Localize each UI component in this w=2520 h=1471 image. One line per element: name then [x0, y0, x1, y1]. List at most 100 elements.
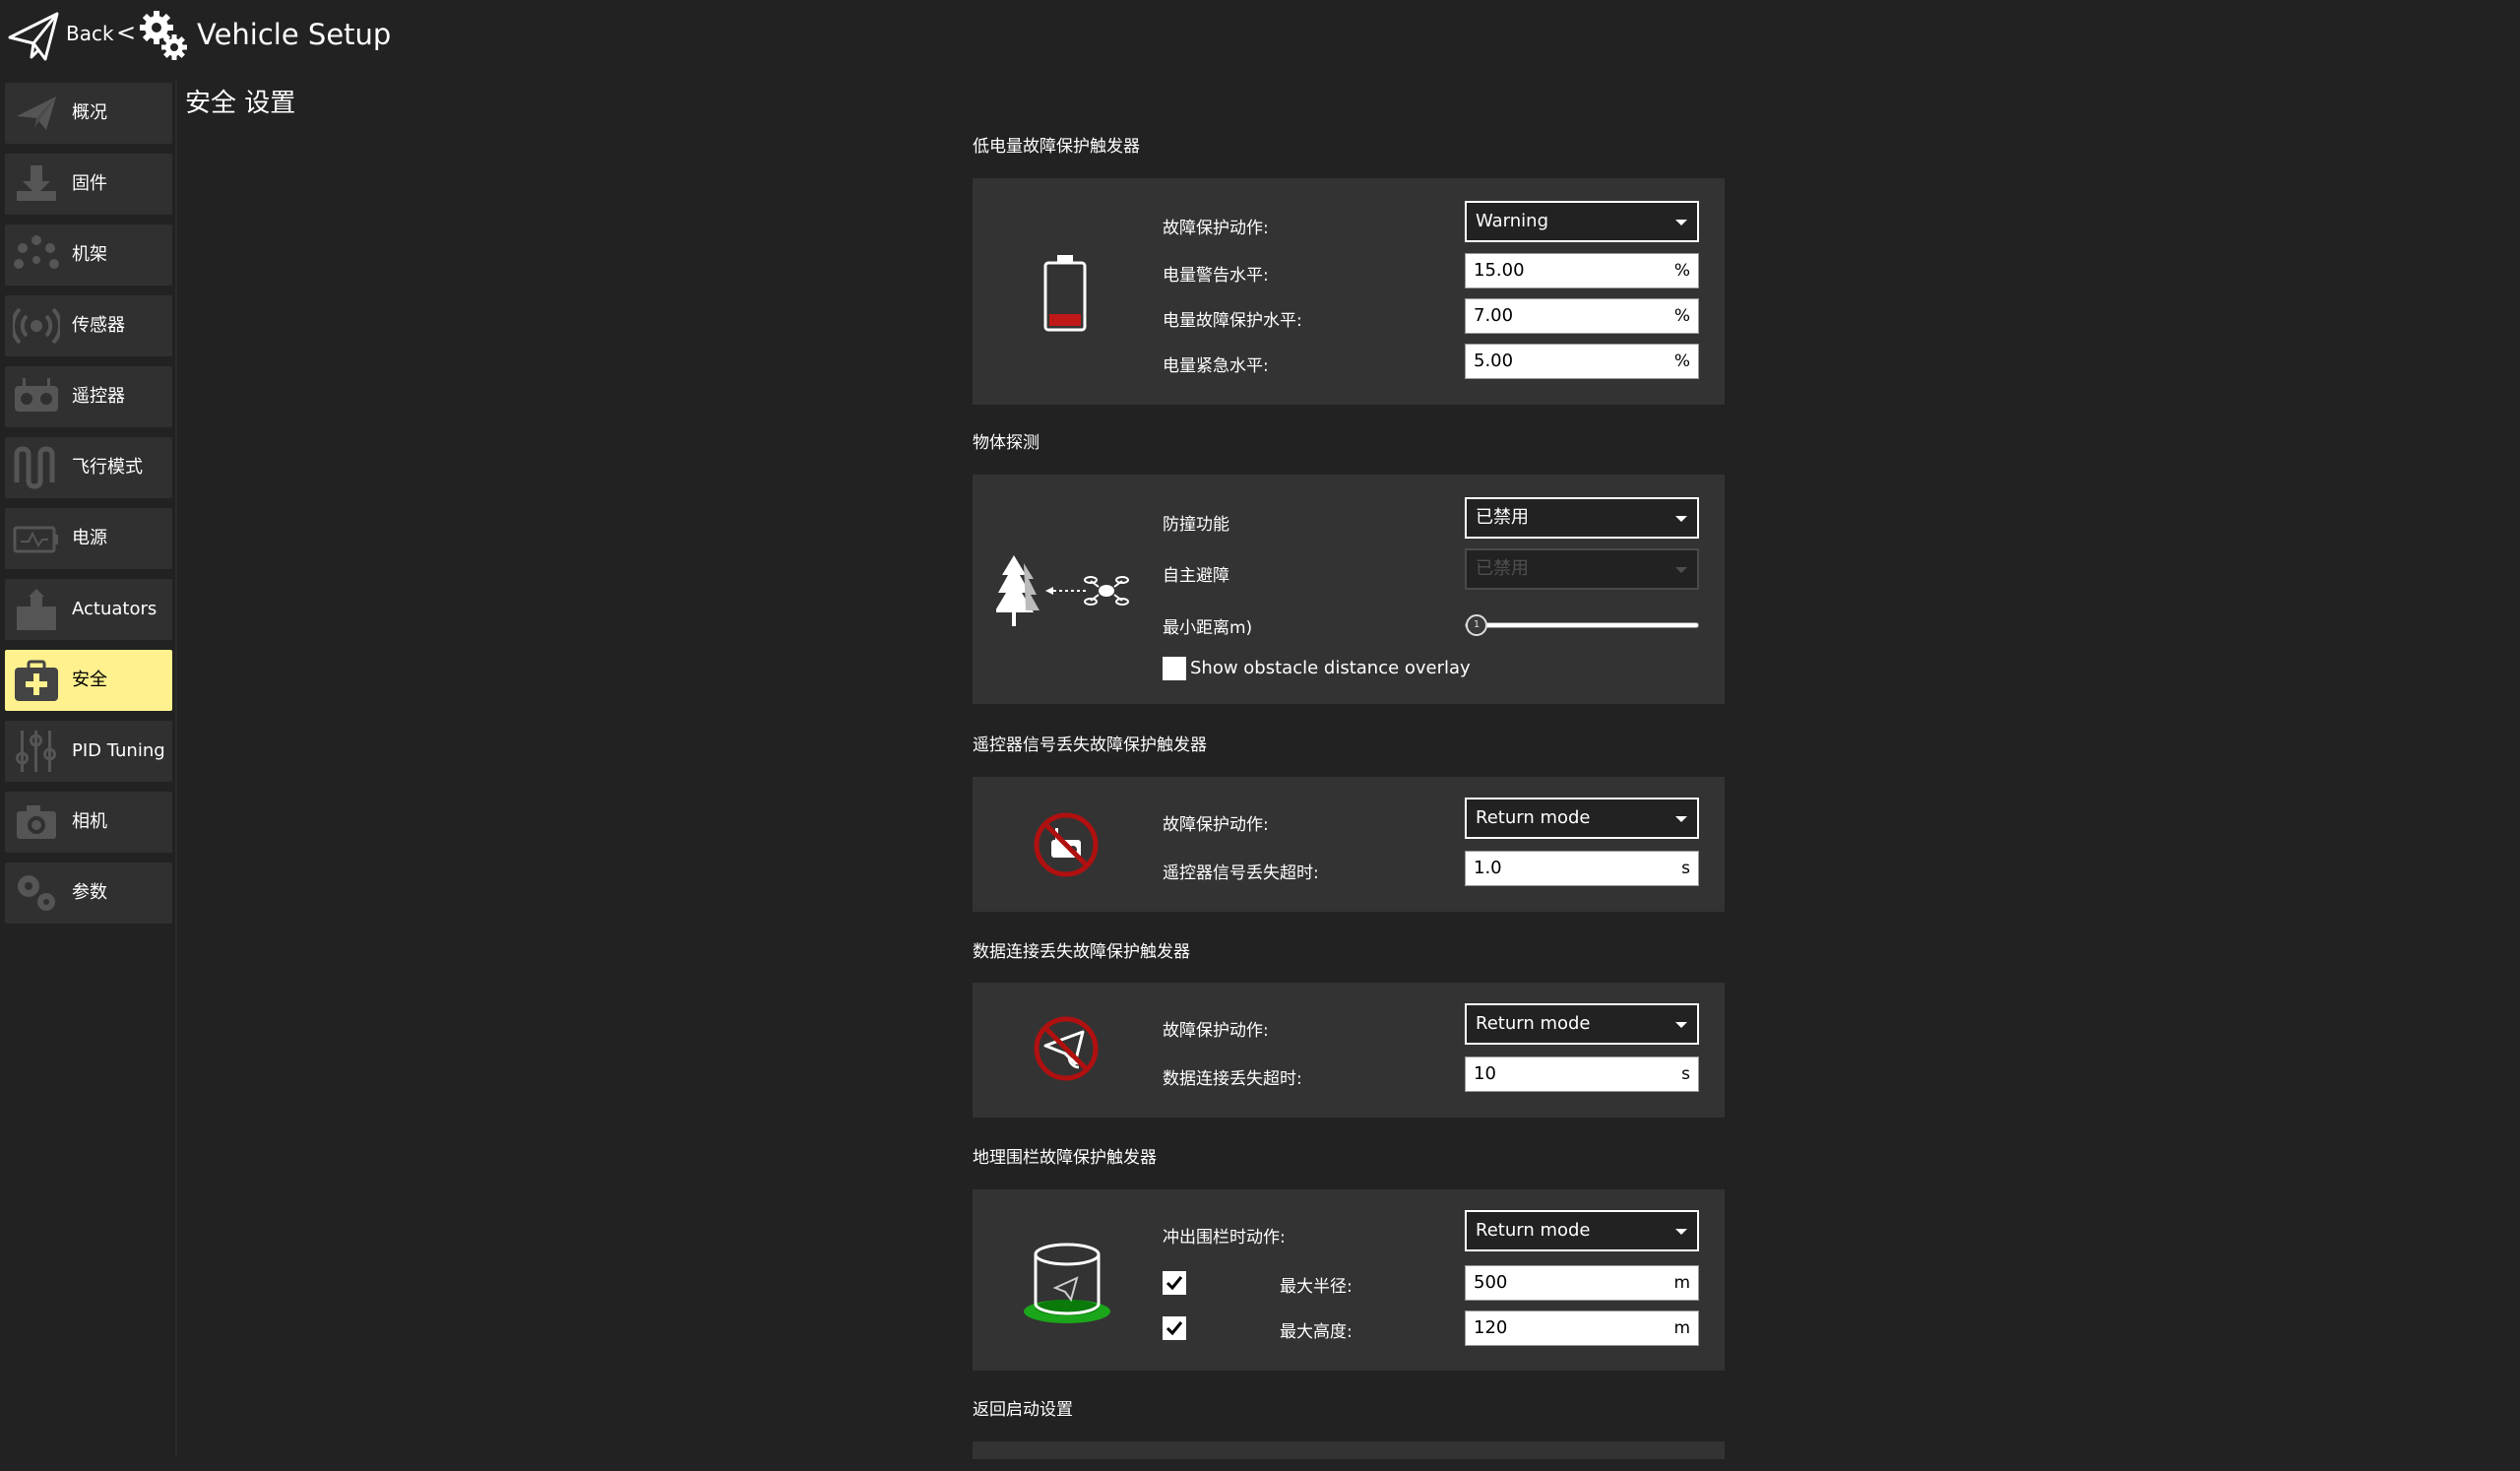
chevron-down-icon	[1675, 220, 1687, 225]
sidebar-item-label: 遥控器	[72, 386, 125, 407]
object-detection-panel: 防撞功能 已禁用 自主避障 已禁用 最小距离m) 1 Show obstacle…	[973, 475, 1725, 704]
geofence-breach-label: 冲出围栏时动作:	[1163, 1228, 1286, 1247]
sidebar-item-label: 安全	[72, 670, 107, 690]
geofence-panel: 冲出围栏时动作: Return mode 最大半径: 500 m 最大高度: 1…	[973, 1189, 1725, 1371]
plane-icon	[17, 96, 56, 130]
remote-controller-icon	[15, 378, 58, 412]
sidebar-item-label: 传感器	[72, 315, 125, 336]
rc-loss-panel: 故障保护动作: Return mode 遥控器信号丢失超时: 1.0 s	[973, 777, 1725, 912]
obstacle-overlay-label: Show obstacle distance overlay	[1190, 658, 1471, 678]
chevron-down-icon	[1675, 816, 1687, 822]
chevron-down-icon	[1675, 516, 1687, 522]
battery-emergency-level-field[interactable]: 5.00 %	[1465, 344, 1699, 379]
data-link-loss-timeout-field[interactable]: 10 s	[1465, 1056, 1699, 1092]
battery-failsafe-action-select[interactable]: Warning	[1465, 201, 1699, 242]
chevron-down-icon	[1675, 1022, 1687, 1028]
page-title: Vehicle Setup	[197, 18, 392, 51]
rc-loss-icon	[1034, 812, 1099, 877]
chevron-down-icon	[1675, 567, 1687, 573]
max-radius-checkbox[interactable]	[1163, 1271, 1186, 1295]
obstacle-avoidance-select[interactable]: 已禁用	[1465, 548, 1699, 590]
field-unit: s	[1681, 859, 1690, 878]
data-link-loss-action-select[interactable]: Return mode	[1465, 1003, 1699, 1045]
data-link-loss-panel: 故障保护动作: Return mode 数据连接丢失超时: 10 s	[973, 983, 1725, 1118]
sidebar-item-label: 概况	[72, 102, 107, 123]
field-value: 1.0	[1474, 858, 1502, 878]
sidebar-item-label: 电源	[72, 528, 107, 548]
field-value: 10	[1474, 1063, 1496, 1084]
max-radius-field[interactable]: 500 m	[1465, 1265, 1699, 1301]
collision-prevention-label: 防撞功能	[1163, 515, 1229, 535]
sidebar-item-airframe[interactable]: 机架	[5, 224, 172, 286]
failsafe-action-label: 故障保护动作:	[1163, 219, 1269, 238]
failsafe-action-label: 故障保护动作:	[1163, 1021, 1269, 1041]
sidebar-item-camera[interactable]: 相机	[5, 792, 172, 853]
parameters-gears-icon	[18, 875, 55, 911]
battery-warn-level-field[interactable]: 15.00 %	[1465, 253, 1699, 288]
max-radius-label: 最大半径:	[1280, 1277, 1353, 1297]
sidebar-item-label: 飞行模式	[72, 457, 143, 478]
sidebar-item-power[interactable]: 电源	[5, 508, 172, 569]
field-unit: s	[1681, 1064, 1690, 1084]
slider-handle[interactable]: 1	[1466, 614, 1487, 636]
collision-prevention-select[interactable]: 已禁用	[1465, 497, 1699, 539]
checkmark-icon	[1166, 1321, 1183, 1336]
sidebar-item-pid-tuning[interactable]: PID Tuning	[5, 721, 172, 782]
select-value: Warning	[1476, 211, 1549, 231]
battery-warn-label: 电量警告水平:	[1163, 266, 1269, 286]
geofence-breach-action-select[interactable]: Return mode	[1465, 1210, 1699, 1251]
battery-emergency-label: 电量紧急水平:	[1163, 356, 1269, 376]
low-battery-panel: 故障保护动作: Warning 电量警告水平: 15.00 % 电量故障保护水平…	[973, 178, 1725, 405]
field-unit: m	[1673, 1273, 1690, 1293]
pid-sliders-icon	[16, 731, 56, 772]
select-value: Return mode	[1476, 1220, 1591, 1241]
plane-icon[interactable]	[6, 8, 61, 63]
power-battery-icon	[13, 526, 58, 553]
max-altitude-checkbox[interactable]	[1163, 1316, 1186, 1340]
rc-loss-section-title: 遥控器信号丢失故障保护触发器	[973, 736, 1207, 755]
rc-loss-action-select[interactable]: Return mode	[1465, 798, 1699, 839]
field-value: 5.00	[1474, 351, 1514, 371]
sidebar-item-label: Actuators	[72, 599, 158, 619]
data-link-loss-section-title: 数据连接丢失故障保护触发器	[973, 942, 1190, 962]
battery-failsafe-level-field[interactable]: 7.00 %	[1465, 298, 1699, 334]
sidebar-item-safety[interactable]: 安全	[5, 650, 172, 711]
return-launch-section-title: 返回启动设置	[973, 1400, 1073, 1420]
geofence-section-title: 地理围栏故障保护触发器	[973, 1148, 1157, 1168]
flight-modes-wave-icon	[14, 446, 55, 489]
sidebar-item-parameters[interactable]: 参数	[5, 863, 172, 924]
field-unit: %	[1673, 306, 1690, 326]
sidebar-item-label: 相机	[72, 811, 107, 832]
safety-medkit-icon	[15, 660, 58, 701]
rc-loss-timeout-label: 遥控器信号丢失超时:	[1163, 863, 1319, 883]
geofence-cylinder-icon	[1024, 1243, 1110, 1323]
field-value: 120	[1474, 1317, 1508, 1338]
field-unit: %	[1673, 352, 1690, 371]
sidebar-item-sensors[interactable]: 传感器	[5, 295, 172, 356]
chevron-down-icon	[1675, 1229, 1687, 1235]
sidebar-item-actuators[interactable]: Actuators	[5, 579, 172, 640]
header-bar: Back < Vehicle Setup	[0, 0, 2520, 79]
object-detection-section-title: 物体探测	[973, 433, 1040, 453]
field-unit: m	[1673, 1318, 1690, 1338]
back-button[interactable]: Back	[66, 22, 114, 45]
data-link-loss-icon	[1034, 1016, 1099, 1081]
max-altitude-field[interactable]: 120 m	[1465, 1311, 1699, 1346]
rc-loss-timeout-field[interactable]: 1.0 s	[1465, 851, 1699, 886]
select-value: 已禁用	[1476, 507, 1529, 528]
sidebar-item-flight-modes[interactable]: 飞行模式	[5, 437, 172, 498]
breadcrumb-separator: <	[116, 19, 137, 46]
sensor-radio-icon	[13, 307, 60, 345]
select-value: Return mode	[1476, 1013, 1591, 1034]
battery-failsafe-level-label: 电量故障保护水平:	[1163, 311, 1302, 331]
max-altitude-label: 最大高度:	[1280, 1322, 1353, 1342]
min-distance-label: 最小距离m)	[1163, 618, 1253, 638]
field-unit: %	[1673, 261, 1690, 281]
sidebar-item-radio[interactable]: 遥控器	[5, 366, 172, 427]
sidebar-item-summary[interactable]: 概况	[5, 83, 172, 144]
obstacle-avoidance-label: 自主避障	[1163, 566, 1229, 586]
gears-icon	[140, 11, 187, 60]
min-distance-slider[interactable]: 1	[1465, 614, 1699, 636]
obstacle-overlay-checkbox[interactable]	[1163, 657, 1186, 680]
sidebar-item-firmware[interactable]: 固件	[5, 154, 172, 215]
